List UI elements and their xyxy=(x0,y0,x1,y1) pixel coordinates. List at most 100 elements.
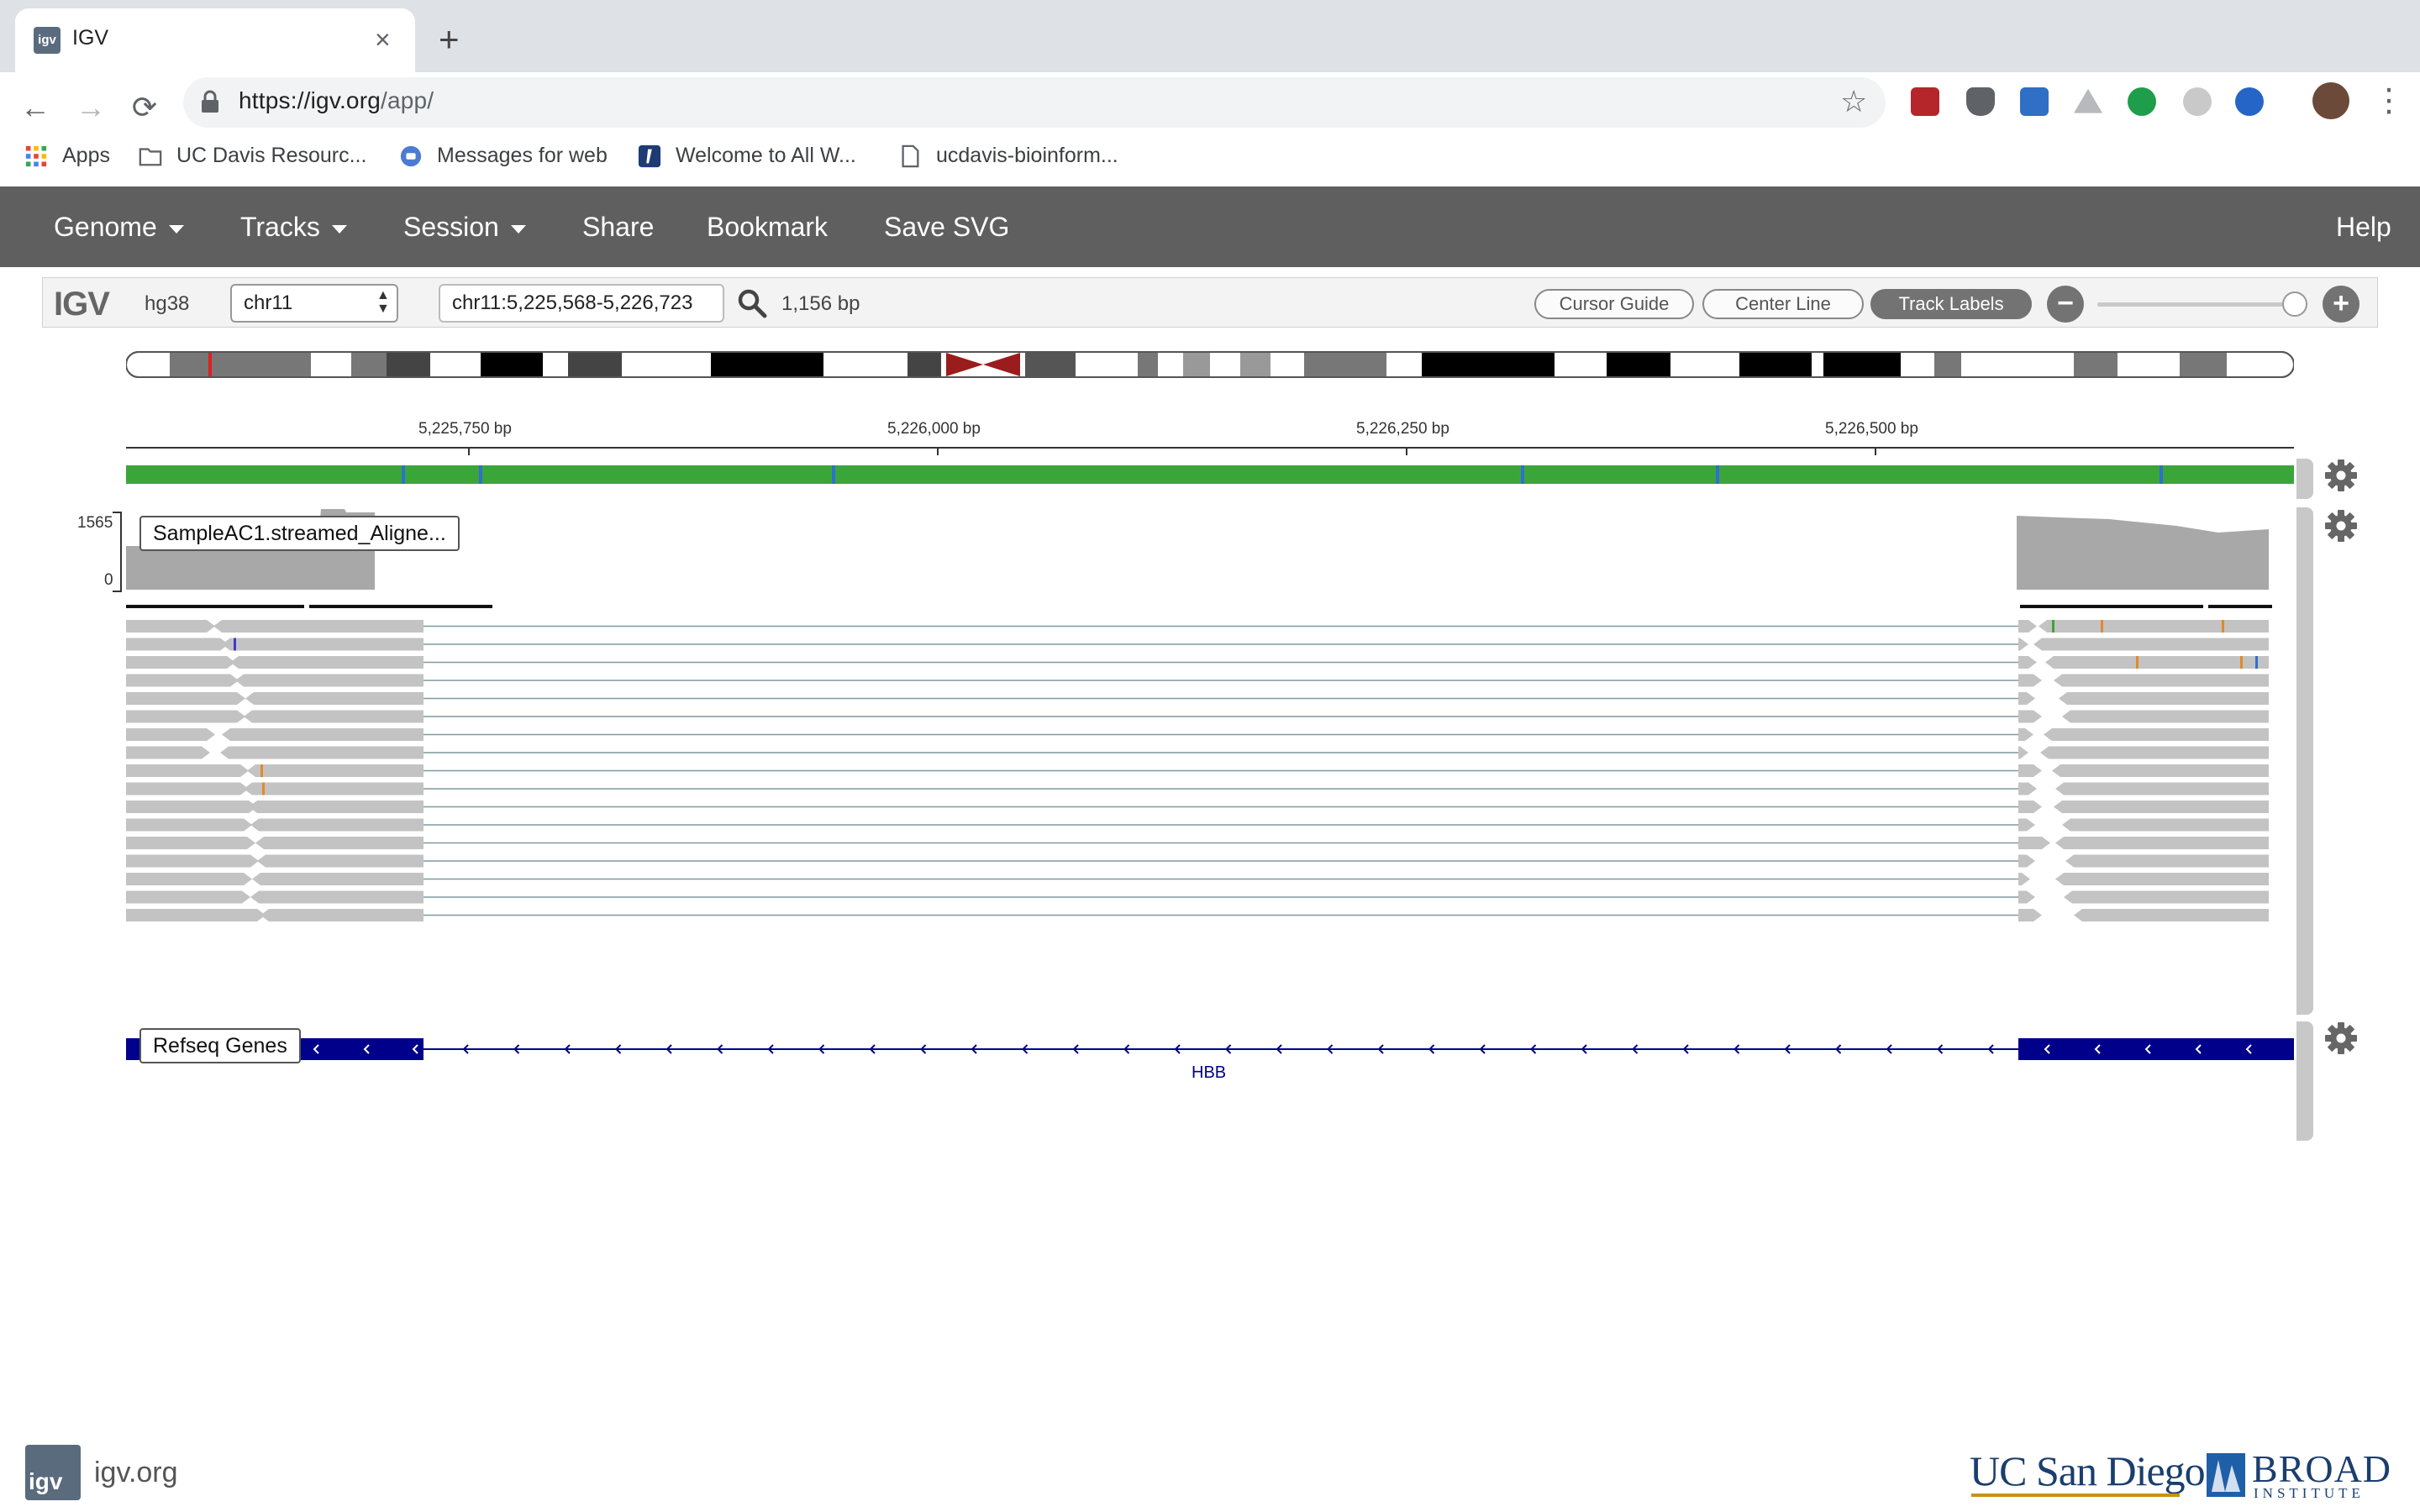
sequence-base xyxy=(1518,465,1521,484)
track-scrollbar[interactable] xyxy=(2296,459,2313,499)
forward-icon[interactable]: → xyxy=(67,84,114,131)
sequence-base xyxy=(1044,465,1047,484)
folder-icon xyxy=(139,148,162,166)
caret-down-icon xyxy=(510,224,526,234)
session-menu[interactable]: Session xyxy=(403,212,526,242)
gene-name-label[interactable]: HBB xyxy=(1192,1063,1226,1083)
chat-extension-icon[interactable] xyxy=(2128,87,2156,116)
browser-menu-icon[interactable]: ⋮ xyxy=(2373,82,2405,119)
gear-icon[interactable] xyxy=(2324,459,2358,492)
sequence-base xyxy=(708,465,711,484)
sequence-base xyxy=(1528,465,1531,484)
sequence-base xyxy=(1571,465,1575,484)
bookmark-star-icon[interactable]: ☆ xyxy=(1840,84,1867,119)
save-svg-menu[interactable]: Save SVG xyxy=(884,212,1009,242)
track-scrollbar[interactable] xyxy=(2296,507,2313,1015)
sequence-base xyxy=(338,465,341,484)
track-labels-toggle[interactable]: Track Labels xyxy=(1870,289,2032,319)
sequence-base xyxy=(919,465,923,484)
track-scrollbar[interactable] xyxy=(2296,1021,2313,1141)
bookmark-apps[interactable]: Apps xyxy=(24,141,110,170)
sequence-base xyxy=(2213,465,2217,484)
sequence-base xyxy=(902,465,906,484)
sequence-base xyxy=(183,465,187,484)
url-text[interactable]: https://igv.org/app/ xyxy=(239,87,434,114)
zoom-in-icon[interactable]: + xyxy=(2323,286,2360,323)
mismatch-mark xyxy=(2136,656,2139,669)
chromosome-ideogram[interactable] xyxy=(126,351,2294,378)
sequence-base xyxy=(1591,465,1595,484)
sequence-base xyxy=(677,465,681,484)
sequence-base xyxy=(136,465,139,484)
bookmark-menu[interactable]: Bookmark xyxy=(707,212,828,242)
pocket-icon[interactable] xyxy=(1966,87,1995,116)
ideogram-band xyxy=(351,353,387,376)
sequence-base xyxy=(1595,465,1598,484)
sequence-base xyxy=(1171,465,1175,484)
password-manager-icon[interactable] xyxy=(2235,87,2264,116)
gray-extension-icon[interactable] xyxy=(2183,87,2212,116)
sequence-base xyxy=(1097,465,1101,484)
sequence-base xyxy=(291,465,294,484)
mismatch-mark xyxy=(234,638,236,651)
center-line-toggle[interactable]: Center Line xyxy=(1702,289,1864,319)
sequence-base xyxy=(550,465,553,484)
sequence-base xyxy=(1087,465,1091,484)
bookmark-uc-davis[interactable]: UC Davis Resourc... xyxy=(138,141,366,170)
sequence-base xyxy=(1447,465,1450,484)
sequence-base xyxy=(1477,465,1481,484)
sequence-base xyxy=(1397,465,1400,484)
bookmark-ucdavis-bioinform[interactable]: ucdavis-bioinform... xyxy=(897,141,1118,170)
ruler-tick xyxy=(468,447,470,455)
footer-site-link[interactable]: igv.org xyxy=(94,1457,178,1489)
ideogram-band xyxy=(481,353,543,376)
sequence-base xyxy=(143,465,146,484)
extension-icon-red[interactable] xyxy=(1911,87,1939,116)
gear-icon[interactable] xyxy=(2324,1021,2358,1055)
sequence-base xyxy=(1669,465,1672,484)
alignment-reads[interactable] xyxy=(126,601,2277,1013)
sequence-base xyxy=(274,465,277,484)
share-menu[interactable]: Share xyxy=(582,212,654,242)
search-icon[interactable] xyxy=(736,287,768,319)
read-segment xyxy=(2018,801,2042,813)
help-menu[interactable]: Help xyxy=(2336,212,2391,242)
sequence-base xyxy=(681,465,684,484)
sequence-base xyxy=(1299,465,1302,484)
tracks-menu[interactable]: Tracks xyxy=(240,212,347,242)
sequence-base xyxy=(499,465,502,484)
caret-down-icon xyxy=(331,224,347,234)
reload-icon[interactable]: ⟳ xyxy=(121,84,168,131)
sequence-track[interactable] xyxy=(126,465,2294,484)
ucsd-logo[interactable]: UC San Diego xyxy=(1970,1446,2206,1495)
sequence-base xyxy=(1393,465,1397,484)
trello-icon[interactable] xyxy=(2020,87,2049,116)
sequence-base xyxy=(812,465,815,484)
igv-logo: IGV xyxy=(54,286,110,323)
tab-close-icon[interactable]: × xyxy=(375,24,391,55)
bookmark-welcome[interactable]: Welcome to All W... xyxy=(637,141,856,170)
sequence-base xyxy=(1403,465,1407,484)
menu-label: Session xyxy=(403,212,499,242)
sequence-base xyxy=(906,465,909,484)
bookmark-messages[interactable]: Messages for web xyxy=(398,141,608,170)
zoom-out-icon[interactable]: − xyxy=(2047,286,2084,323)
sequence-base xyxy=(802,465,805,484)
zoom-slider-handle[interactable] xyxy=(2282,291,2307,317)
cursor-guide-toggle[interactable]: Cursor Guide xyxy=(1534,289,1694,319)
new-tab-icon[interactable]: + xyxy=(439,22,460,57)
sequence-base xyxy=(775,465,778,484)
profile-avatar[interactable] xyxy=(2312,82,2349,119)
sequence-base xyxy=(1444,465,1447,484)
read-segment xyxy=(126,801,257,813)
sequence-base xyxy=(1941,465,1944,484)
genome-menu[interactable]: Genome xyxy=(54,212,184,242)
address-bar[interactable] xyxy=(183,77,1886,128)
sequence-base xyxy=(2156,465,2160,484)
gear-icon[interactable] xyxy=(2324,509,2358,543)
read-segment xyxy=(126,890,250,904)
sequence-base xyxy=(1386,465,1390,484)
back-icon[interactable]: ← xyxy=(12,84,59,131)
sequence-base xyxy=(1904,465,1907,484)
mismatch-mark xyxy=(2240,656,2243,669)
